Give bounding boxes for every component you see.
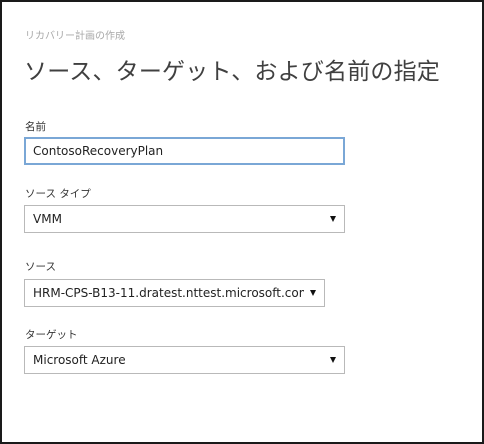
create-recovery-plan-dialog: リカバリー計画の作成 ソース、ターゲット、および名前の指定 名前 ソース タイプ…	[0, 0, 484, 444]
chevron-down-icon	[310, 290, 316, 296]
source-type-label: ソース タイプ	[25, 188, 91, 200]
name-input[interactable]	[24, 137, 345, 165]
breadcrumb: リカバリー計画の作成	[25, 31, 125, 42]
source-label: ソース	[25, 261, 56, 273]
chevron-down-icon	[330, 216, 336, 222]
target-select[interactable]: Microsoft Azure	[24, 346, 345, 374]
target-selected-value: Microsoft Azure	[33, 353, 126, 367]
source-selected-value: HRM-CPS-B13-11.dratest.nttest.microsoft.…	[33, 286, 304, 300]
source-select[interactable]: HRM-CPS-B13-11.dratest.nttest.microsoft.…	[24, 279, 325, 307]
target-label: ターゲット	[25, 329, 78, 341]
chevron-down-icon	[330, 357, 336, 363]
source-type-selected-value: VMM	[33, 212, 62, 226]
name-label: 名前	[25, 121, 46, 133]
source-type-select[interactable]: VMM	[24, 205, 345, 233]
page-title: ソース、ターゲット、および名前の指定	[24, 59, 440, 85]
